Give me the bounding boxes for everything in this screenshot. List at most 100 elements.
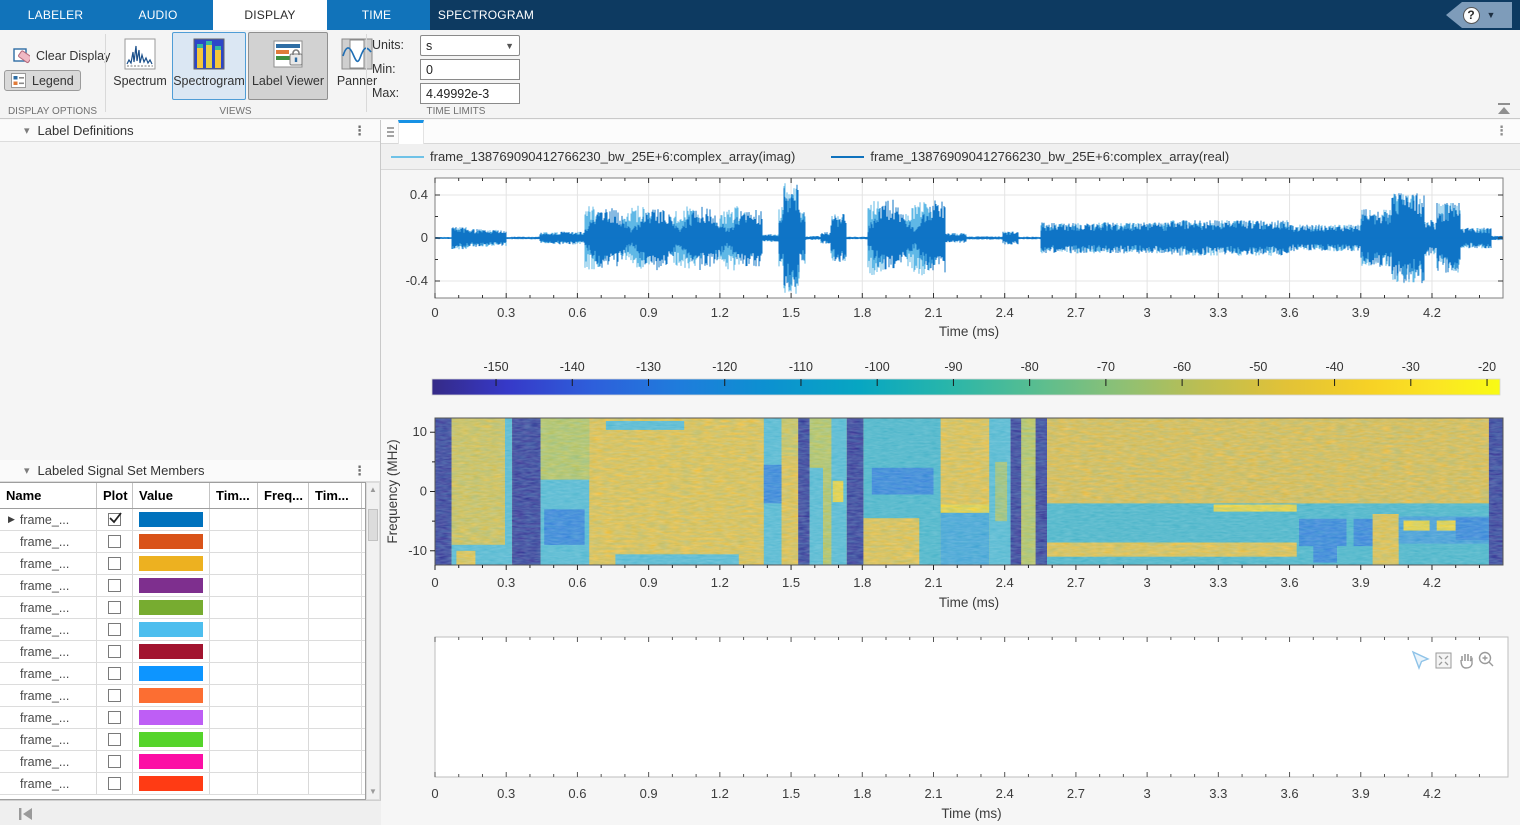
table-row[interactable]: frame_...: [0, 751, 365, 773]
color-swatch[interactable]: [139, 732, 203, 747]
legend-line-swatch: [831, 156, 864, 158]
table-row[interactable]: frame_...: [0, 685, 365, 707]
plot-checkbox[interactable]: [108, 601, 121, 614]
members-menu-icon[interactable]: ⋮: [353, 463, 366, 479]
waveform-plot[interactable]: 0.40-0.400.30.60.91.21.51.82.12.42.733.3…: [381, 170, 1520, 355]
empty-cell: [258, 509, 309, 530]
column-header[interactable]: Name: [0, 483, 97, 508]
color-swatch[interactable]: [139, 534, 203, 549]
max-field[interactable]: [420, 83, 520, 104]
expand-row-icon[interactable]: ▶: [8, 514, 15, 525]
legend-entry[interactable]: frame_138769090412766230_bw_25E+6:comple…: [831, 149, 1229, 164]
plot-checkbox[interactable]: [108, 623, 121, 636]
legend-label: frame_138769090412766230_bw_25E+6:comple…: [870, 149, 1229, 164]
column-header[interactable]: Tim...: [210, 483, 258, 508]
table-row[interactable]: ▶frame_...: [0, 509, 365, 531]
label-viewer-button[interactable]: Label Viewer: [248, 32, 328, 100]
column-header[interactable]: Value: [133, 483, 210, 508]
table-row[interactable]: frame_...: [0, 531, 365, 553]
plot-checkbox[interactable]: [108, 689, 121, 702]
display-minitab[interactable]: [398, 120, 424, 144]
x-tick-label: 0.9: [640, 786, 658, 801]
tab-time[interactable]: TIME: [327, 0, 426, 30]
tab-labeler[interactable]: LABELER: [8, 0, 103, 30]
color-swatch[interactable]: [139, 644, 203, 659]
color-swatch[interactable]: [139, 776, 203, 791]
x-tick-label: 0.6: [568, 575, 586, 590]
collapse-ribbon-button[interactable]: [1496, 102, 1512, 115]
tab-display[interactable]: DISPLAY: [213, 0, 327, 30]
signal-name-cell: frame_...: [0, 663, 97, 684]
spectrum-view-button[interactable]: Spectrum: [112, 32, 168, 100]
empty-cell: [309, 773, 362, 794]
plot-checkbox[interactable]: [108, 645, 121, 658]
tabstrip-grip-icon[interactable]: [387, 125, 395, 139]
scroll-up-icon[interactable]: ▲: [367, 484, 379, 496]
table-row[interactable]: frame_...: [0, 575, 365, 597]
table-row[interactable]: frame_...: [0, 773, 365, 795]
empty-cell: [309, 575, 362, 596]
min-field[interactable]: [420, 59, 520, 80]
plot-checkbox[interactable]: [108, 667, 121, 680]
panel-menu-icon[interactable]: ⋮: [353, 123, 366, 139]
plot-checkbox[interactable]: [108, 513, 121, 526]
table-row[interactable]: frame_...: [0, 729, 365, 751]
plot-checkbox[interactable]: [108, 711, 121, 724]
color-swatch[interactable]: [139, 688, 203, 703]
toolstrip: Clear Display Legend DISPLAY OPTIONS Spe…: [0, 30, 1520, 119]
spectrogram-label: Spectrogram: [173, 74, 245, 88]
fit-view-icon[interactable]: [1436, 653, 1451, 668]
x-tick-label: 0.9: [640, 575, 658, 590]
color-swatch[interactable]: [139, 754, 203, 769]
plot-checkbox[interactable]: [108, 755, 121, 768]
table-row[interactable]: frame_...: [0, 707, 365, 729]
units-select[interactable]: s ▼: [420, 35, 520, 56]
legend-toggle-button[interactable]: Legend: [4, 70, 81, 91]
plot-checkbox[interactable]: [108, 557, 121, 570]
plot-checkbox[interactable]: [108, 777, 121, 790]
go-to-first-icon[interactable]: [18, 807, 34, 821]
column-header[interactable]: Tim...: [309, 483, 362, 508]
label-definitions-header[interactable]: ▾ Label Definitions ⋮: [0, 120, 380, 142]
label-definitions-title: Label Definitions: [38, 123, 134, 138]
members-header[interactable]: ▾ Labeled Signal Set Members ⋮: [0, 460, 380, 482]
scrollbar-thumb[interactable]: [368, 509, 378, 541]
legend-entry[interactable]: frame_138769090412766230_bw_25E+6:comple…: [391, 149, 795, 164]
panner-icon: [341, 38, 373, 70]
table-scrollbar[interactable]: ▲ ▼: [366, 482, 380, 800]
color-swatch[interactable]: [139, 622, 203, 637]
color-swatch[interactable]: [139, 578, 203, 593]
members-collapse-icon[interactable]: ▾: [24, 464, 30, 477]
table-row[interactable]: frame_...: [0, 663, 365, 685]
color-swatch[interactable]: [139, 512, 203, 527]
tabstrip-menu-icon[interactable]: ⋮: [1495, 123, 1508, 139]
help-button[interactable]: ? ▼: [1446, 2, 1512, 28]
table-row[interactable]: frame_...: [0, 553, 365, 575]
plot-checkbox[interactable]: [108, 535, 121, 548]
help-icon: ?: [1463, 7, 1480, 24]
plot-checkbox[interactable]: [108, 733, 121, 746]
table-row[interactable]: frame_...: [0, 619, 365, 641]
signal-name: frame_...: [20, 623, 69, 637]
table-row[interactable]: frame_...: [0, 597, 365, 619]
signal-labeler-app: LABELERAUDIODISPLAYTIMESPECTROGRAM ? ▼ C…: [0, 0, 1520, 825]
clear-display-button[interactable]: Clear Display: [6, 44, 117, 67]
tab-spectrogram[interactable]: SPECTROGRAM: [426, 0, 546, 30]
column-header[interactable]: Plot: [97, 483, 133, 508]
color-swatch[interactable]: [139, 666, 203, 681]
tab-audio[interactable]: AUDIO: [103, 0, 213, 30]
spectrogram-view-button[interactable]: Spectrogram: [172, 32, 246, 100]
table-row[interactable]: frame_...: [0, 641, 365, 663]
panel-collapse-icon[interactable]: ▾: [24, 124, 30, 137]
spectrogram-plot[interactable]: 100-1000.30.60.91.21.51.82.12.42.733.33.…: [381, 403, 1520, 630]
signal-name-cell: frame_...: [0, 729, 97, 750]
plot-checkbox[interactable]: [108, 579, 121, 592]
color-swatch[interactable]: [139, 600, 203, 615]
x-tick-label: 2.1: [924, 305, 942, 320]
color-swatch[interactable]: [139, 556, 203, 571]
color-swatch[interactable]: [139, 710, 203, 725]
scroll-down-icon[interactable]: ▼: [367, 786, 379, 798]
column-header[interactable]: Freq...: [258, 483, 309, 508]
panner-plot[interactable]: 00.30.60.91.21.51.82.12.42.733.33.63.94.…: [381, 630, 1520, 825]
label-viewer-label: Label Viewer: [252, 74, 324, 88]
